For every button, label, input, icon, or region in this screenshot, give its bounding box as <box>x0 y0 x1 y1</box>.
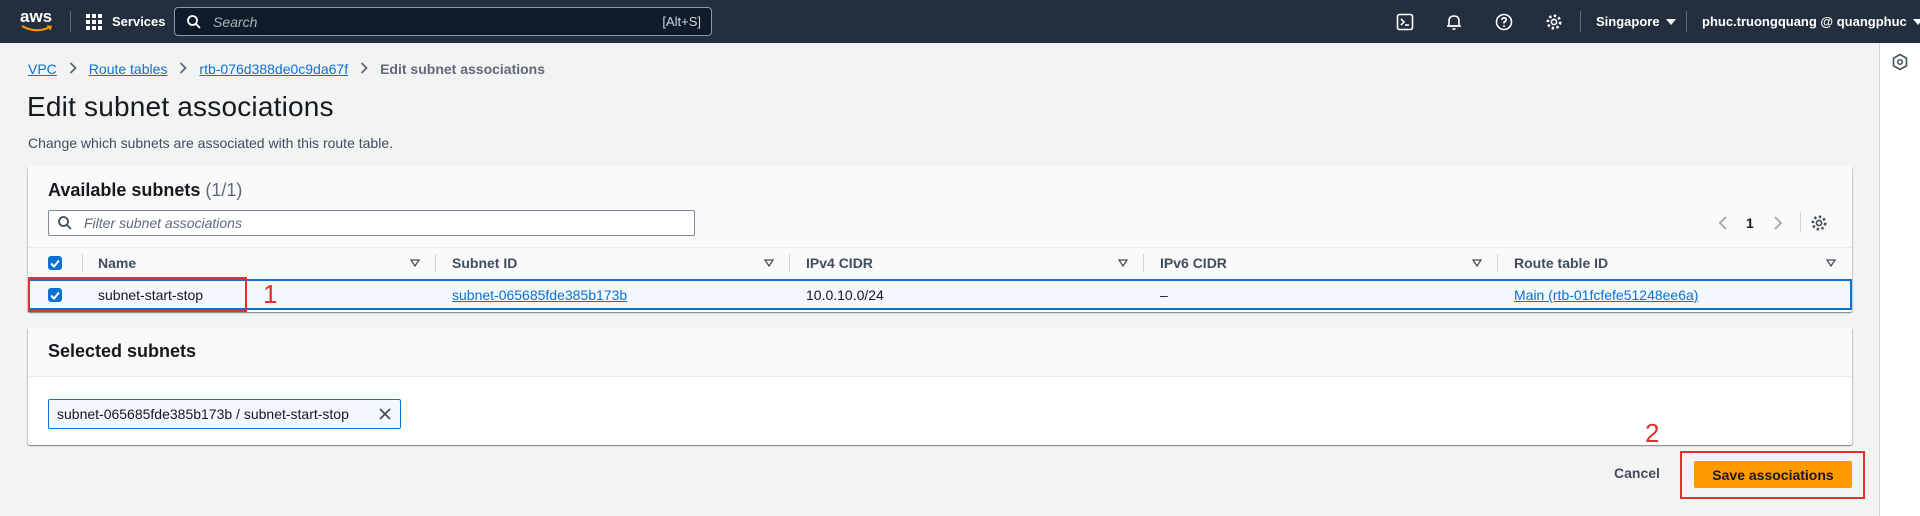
help-icon[interactable] <box>1493 11 1515 33</box>
aws-logo[interactable]: aws <box>20 8 56 36</box>
top-navigation: aws Services [Alt+S] Singapore phuc. <box>0 0 1920 43</box>
annotation-box-1 <box>28 277 247 312</box>
annotation-box-2 <box>1680 451 1865 499</box>
sort-icon[interactable] <box>764 258 774 268</box>
sort-icon[interactable] <box>1826 258 1836 268</box>
region-selector[interactable]: Singapore <box>1596 14 1676 29</box>
settings-gear-icon[interactable] <box>1543 11 1565 33</box>
sort-icon[interactable] <box>410 258 420 268</box>
caret-down-icon <box>1912 19 1920 25</box>
next-page-icon[interactable] <box>1773 216 1783 230</box>
page-number[interactable]: 1 <box>1746 215 1754 231</box>
page-title: Edit subnet associations <box>27 91 334 122</box>
close-icon[interactable] <box>378 407 392 421</box>
column-header-ipv6-cidr[interactable]: IPv6 CIDR <box>1160 255 1227 271</box>
breadcrumb-current: Edit subnet associations <box>380 61 546 77</box>
cell-ipv4-cidr: 10.0.10.0/24 <box>806 287 884 303</box>
search-icon <box>58 216 72 230</box>
nav-divider <box>1580 11 1581 32</box>
available-subnets-title: Available subnets (1/1) <box>48 180 243 200</box>
breadcrumb-vpc[interactable]: VPC <box>28 61 57 77</box>
notifications-bell-icon[interactable] <box>1443 11 1465 33</box>
prev-page-icon[interactable] <box>1718 216 1728 230</box>
column-header-ipv4-cidr[interactable]: IPv4 CIDR <box>806 255 873 271</box>
selected-subnet-token: subnet-065685fde385b173b / subnet-start-… <box>48 399 401 429</box>
column-header-name[interactable]: Name <box>98 255 136 271</box>
sort-icon[interactable] <box>1472 258 1482 268</box>
cell-ipv6-cidr: – <box>1160 287 1168 303</box>
global-search[interactable]: [Alt+S] <box>174 7 712 36</box>
available-subnets-count: (1/1) <box>205 180 243 200</box>
account-menu[interactable]: phuc.truongquang @ quangphuc <box>1702 14 1920 29</box>
check-icon <box>50 259 60 268</box>
annotation-number-2: 2 <box>1645 418 1660 448</box>
nav-divider <box>70 11 71 32</box>
aws-smile-icon <box>21 25 53 32</box>
filter-subnets-input[interactable] <box>82 214 646 232</box>
nav-divider <box>1686 11 1687 32</box>
column-header-route-table-id[interactable]: Route table ID <box>1514 255 1608 271</box>
chevron-right-icon <box>69 61 77 77</box>
pager-divider <box>1800 212 1801 232</box>
search-icon <box>187 14 201 29</box>
breadcrumb-route-tables[interactable]: Route tables <box>89 61 168 77</box>
cell-subnet-id-link[interactable]: subnet-065685fde385b173b <box>452 287 627 303</box>
column-header-subnet-id[interactable]: Subnet ID <box>452 255 517 271</box>
chevron-right-icon <box>360 61 368 77</box>
grid-icon <box>86 13 102 30</box>
right-side-panel <box>1879 43 1920 516</box>
settings-hexagon-icon[interactable] <box>1891 53 1909 71</box>
cancel-button[interactable]: Cancel <box>1614 465 1660 481</box>
cloudshell-icon[interactable] <box>1394 11 1416 33</box>
table-preferences-gear-icon[interactable] <box>1810 214 1828 232</box>
caret-down-icon <box>1665 19 1676 25</box>
chevron-right-icon <box>179 61 188 77</box>
select-all-checkbox[interactable] <box>48 256 62 270</box>
breadcrumb: VPC Route tables rtb-076d388de0c9da67f E… <box>28 61 545 77</box>
cell-route-table-link[interactable]: Main (rtb-01fcfefe51248ee6a) <box>1514 287 1698 303</box>
page-description: Change which subnets are associated with… <box>28 135 393 151</box>
filter-subnets[interactable] <box>48 210 695 236</box>
selected-subnets-title: Selected subnets <box>48 341 197 361</box>
sort-icon[interactable] <box>1118 258 1128 268</box>
search-shortcut-hint: [Alt+S] <box>662 14 701 29</box>
breadcrumb-route-table-id[interactable]: rtb-076d388de0c9da67f <box>199 61 348 77</box>
services-menu-button[interactable]: Services <box>86 0 166 43</box>
annotation-number-1: 1 <box>263 279 278 309</box>
search-input[interactable] <box>211 12 635 31</box>
